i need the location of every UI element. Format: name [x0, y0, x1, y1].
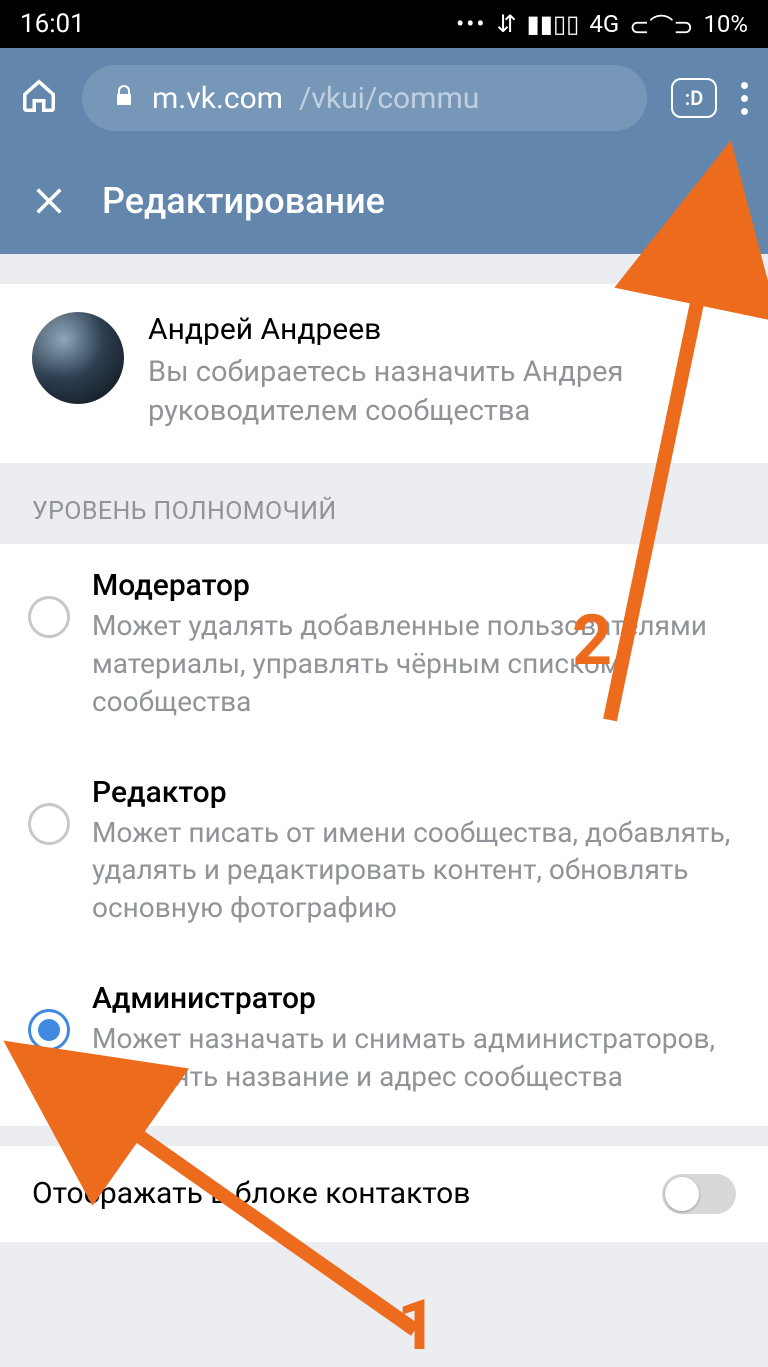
url-bar[interactable]: m.vk.com/vkui/commu	[82, 65, 647, 131]
signal-icon: ▮▮▯▯	[527, 10, 580, 38]
roles-list: Модератор Может удалять добавленные поль…	[0, 544, 768, 1125]
role-moderator[interactable]: Модератор Может удалять добавленные поль…	[0, 544, 768, 750]
toggle-switch[interactable]	[662, 1174, 736, 1214]
confirm-icon[interactable]	[696, 181, 736, 221]
url-domain: m.vk.com	[152, 81, 283, 116]
user-block: Андрей Андреев Вы собираетесь назначить …	[0, 284, 768, 463]
toggle-label: Отображать в блоке контактов	[32, 1176, 470, 1211]
status-time: 16:01	[20, 9, 85, 39]
url-path: /vkui/commu	[299, 81, 479, 116]
battery-icon: ⊂⌒⊃	[629, 7, 693, 42]
role-editor[interactable]: Редактор Может писать от имени сообществ…	[0, 751, 768, 957]
role-desc: Может удалять добавленные пользователями…	[92, 607, 740, 720]
battery-percent: 10%	[703, 10, 748, 38]
more-status-icon: •••	[456, 10, 486, 38]
role-desc: Может назначать и снимать администраторо…	[92, 1020, 740, 1096]
status-bar: 16:01 ••• ⇵ ▮▮▯▯ 4G ⊂⌒⊃ 10%	[0, 0, 768, 48]
user-name: Андрей Андреев	[148, 312, 736, 347]
browser-toolbar: m.vk.com/vkui/commu :D	[0, 48, 768, 148]
app-header: Редактирование	[0, 148, 768, 254]
role-admin[interactable]: Администратор Может назначать и снимать …	[0, 957, 768, 1126]
section-title: УРОВЕНЬ ПОЛНОМОЧИЙ	[0, 463, 768, 544]
no-sim-icon: ⇵	[496, 10, 516, 38]
annotation-number-1: 1	[397, 1285, 437, 1367]
role-title: Редактор	[92, 775, 740, 810]
role-desc: Может писать от имени сообщества, добавл…	[92, 814, 740, 927]
contacts-toggle-row: Отображать в блоке контактов	[0, 1146, 768, 1242]
page-title: Редактирование	[102, 180, 660, 222]
role-title: Администратор	[92, 981, 740, 1016]
status-right: ••• ⇵ ▮▮▯▯ 4G ⊂⌒⊃ 10%	[456, 7, 748, 42]
role-title: Модератор	[92, 568, 740, 603]
lock-icon	[112, 81, 136, 116]
network-type: 4G	[589, 10, 619, 38]
home-icon[interactable]	[20, 77, 58, 119]
radio-icon[interactable]	[28, 803, 70, 845]
radio-icon[interactable]	[28, 596, 70, 638]
tabs-button[interactable]: :D	[671, 78, 717, 118]
annotation-number-2: 2	[572, 600, 612, 682]
avatar	[32, 312, 124, 404]
browser-menu-icon[interactable]	[741, 82, 748, 115]
radio-icon[interactable]	[28, 1009, 70, 1051]
close-icon[interactable]	[32, 184, 66, 218]
user-desc: Вы собираетесь назначить Андрея руководи…	[148, 353, 736, 431]
